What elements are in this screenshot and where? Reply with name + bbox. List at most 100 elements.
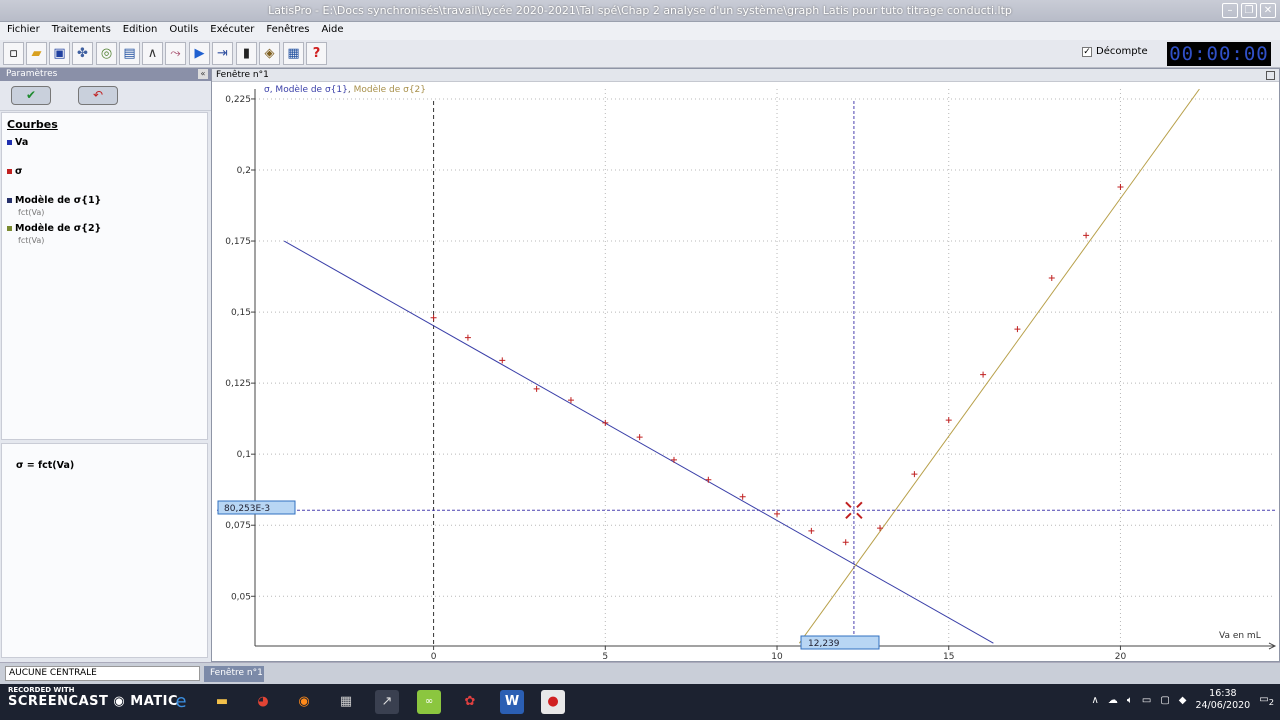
export-icon[interactable]: ⇥ xyxy=(212,42,233,65)
window-title: LatisPro - E:\Docs synchronisés\travail\… xyxy=(268,4,1012,17)
security-icon[interactable]: ◆ xyxy=(1179,695,1187,706)
curves-list-icon[interactable]: ✤ xyxy=(72,42,93,65)
network-icon[interactable]: ▢ xyxy=(1160,695,1169,706)
x-tick-label: 5 xyxy=(602,652,608,662)
x-axis-label: Va en mL xyxy=(1219,631,1261,641)
parameters-panel: Paramètres « ✔ ↶ Courbes Va σ Modèle de … xyxy=(0,68,211,662)
curve-item[interactable]: Modèle de σ{2} xyxy=(7,223,202,234)
menu-aide[interactable]: Aide xyxy=(314,22,348,40)
recorder-icon[interactable]: ● xyxy=(541,690,565,714)
curve-item[interactable]: σ xyxy=(7,166,202,177)
document-icon[interactable]: ▮ xyxy=(236,42,257,65)
status-bar: AUCUNE CENTRALE Fenêtre n°1 xyxy=(0,662,1280,684)
collapse-panel-icon[interactable]: « xyxy=(198,69,208,79)
data-point xyxy=(911,471,918,478)
validate-button[interactable]: ✔ xyxy=(11,86,51,105)
tag-icon[interactable]: ◈ xyxy=(259,42,280,65)
word-icon[interactable]: W xyxy=(500,690,524,714)
cursor-y-readout[interactable]: 80,253E-3 xyxy=(217,500,296,515)
new-file-icon[interactable]: ▫ xyxy=(3,42,24,65)
close-button[interactable]: ✕ xyxy=(1260,3,1276,18)
model-line-2 xyxy=(798,89,1200,644)
undo-button[interactable]: ↶ xyxy=(78,86,118,105)
title-bar: LatisPro - E:\Docs synchronisés\travail\… xyxy=(0,0,1280,22)
save-icon[interactable]: ▣ xyxy=(49,42,70,65)
arduino-icon[interactable]: ∞ xyxy=(417,690,441,714)
data-point xyxy=(636,434,643,441)
data-point xyxy=(602,419,609,426)
menu-edition[interactable]: Edition xyxy=(116,22,163,40)
panel-title: Paramètres xyxy=(6,69,58,79)
data-point xyxy=(877,525,884,532)
screencast-watermark: RECORDED WITH SCREENCAST ◉ MATIC xyxy=(8,686,179,709)
volume-icon[interactable]: 🔈︎ xyxy=(1127,695,1133,706)
curve-color-swatch xyxy=(7,198,12,203)
chrome-icon[interactable]: ◕ xyxy=(251,690,275,714)
tab-fenetre-1[interactable]: Fenêtre n°1 xyxy=(204,666,264,682)
data-point xyxy=(945,417,952,424)
panel-header: Paramètres « xyxy=(0,68,211,81)
data-point xyxy=(670,456,677,463)
data-point xyxy=(1014,326,1021,333)
curves-list: Courbes Va σ Modèle de σ{1} fct(Va) Modè… xyxy=(1,112,208,440)
data-point xyxy=(1083,232,1090,239)
record-icon: ◉ xyxy=(113,694,126,709)
graph-plot[interactable]: σ, Modèle de σ{1}, Modèle de σ{2} 0 5 10 15… xyxy=(212,83,1279,662)
data-point xyxy=(705,476,712,483)
data-point xyxy=(1117,184,1124,191)
decompte-checkbox[interactable]: ✓ Décompte xyxy=(1082,46,1148,57)
system-tray: ∧ ☁ 🔈︎ ▭ ▢ ◆ 16:38 24/06/2020 ▭2 xyxy=(1092,688,1274,712)
timer-display: 00:00:00 xyxy=(1167,42,1271,66)
x-tick-label: 10 xyxy=(771,652,783,662)
menu-fenetres[interactable]: Fenêtres xyxy=(259,22,314,40)
data-point xyxy=(739,493,746,500)
menu-traitements[interactable]: Traitements xyxy=(45,22,116,40)
latispro-app-icon[interactable]: ↗ xyxy=(375,690,399,714)
data-point xyxy=(533,385,540,392)
cursor-x-readout[interactable]: 12,239 xyxy=(800,635,880,650)
curve-item[interactable]: Modèle de σ{1} xyxy=(7,195,202,206)
clock[interactable]: 16:38 24/06/2020 xyxy=(1195,688,1250,712)
curve-color-swatch xyxy=(7,140,12,145)
calculator-icon[interactable]: ◎ xyxy=(96,42,117,65)
data-point xyxy=(774,510,781,517)
menu-fichier[interactable]: Fichier xyxy=(0,22,45,40)
firefox-icon[interactable]: ◉ xyxy=(292,690,316,714)
model-curve-icon[interactable]: ∧ xyxy=(142,42,163,65)
tangent-icon[interactable]: ⤳ xyxy=(165,42,186,65)
table-icon[interactable]: ▤ xyxy=(119,42,140,65)
y-tick-label: 0,225 xyxy=(225,95,251,105)
y-tick-label: 0,05 xyxy=(231,592,251,602)
y-tick-label: 0,175 xyxy=(225,237,251,247)
legend-series-1: σ, Modèle de σ{1}, Modèle de σ{2} xyxy=(264,84,426,95)
model-line-1 xyxy=(283,240,994,644)
open-folder-icon[interactable]: ▰ xyxy=(26,42,47,65)
curve-color-swatch xyxy=(7,169,12,174)
cloud-icon[interactable]: ☁ xyxy=(1108,695,1118,706)
menu-executer[interactable]: Exécuter xyxy=(203,22,259,40)
x-tick-label: 20 xyxy=(1115,652,1127,662)
acquisition-device-field: AUCUNE CENTRALE xyxy=(5,666,200,681)
play-acquisition-icon[interactable]: ▶ xyxy=(189,42,210,65)
data-point xyxy=(430,314,437,321)
print-icon[interactable]: ▦ xyxy=(283,42,304,65)
help-icon[interactable]: ? xyxy=(306,42,327,65)
file-explorer-icon[interactable]: ▬ xyxy=(210,690,234,714)
notifications-icon[interactable]: ▭2 xyxy=(1259,694,1274,707)
edge-browser-icon[interactable]: e xyxy=(169,690,193,714)
x-tick-label: 0 xyxy=(431,652,437,662)
restore-button[interactable]: ❐ xyxy=(1241,3,1257,18)
curve-color-swatch xyxy=(7,226,12,231)
checkbox-check-icon[interactable]: ✓ xyxy=(1082,46,1092,57)
minimize-button[interactable]: – xyxy=(1222,3,1238,18)
taskbar: RECORDED WITH SCREENCAST ◉ MATIC e ▬ ◕ ◉… xyxy=(0,684,1280,720)
menu-outils[interactable]: Outils xyxy=(162,22,203,40)
calculator-app-icon[interactable]: ▦ xyxy=(334,690,358,714)
y-tick-label: 0,15 xyxy=(231,308,251,318)
battery-icon[interactable]: ▭ xyxy=(1142,695,1151,706)
show-hidden-icons-icon[interactable]: ∧ xyxy=(1092,695,1099,706)
paint-icon[interactable]: ✿ xyxy=(458,690,482,714)
curve-item[interactable]: Va xyxy=(7,137,202,148)
graph-window: Fenêtre n°1 σ, Modèle de σ{1}, Modèle de… xyxy=(211,68,1280,662)
maximize-icon[interactable] xyxy=(1266,71,1275,80)
